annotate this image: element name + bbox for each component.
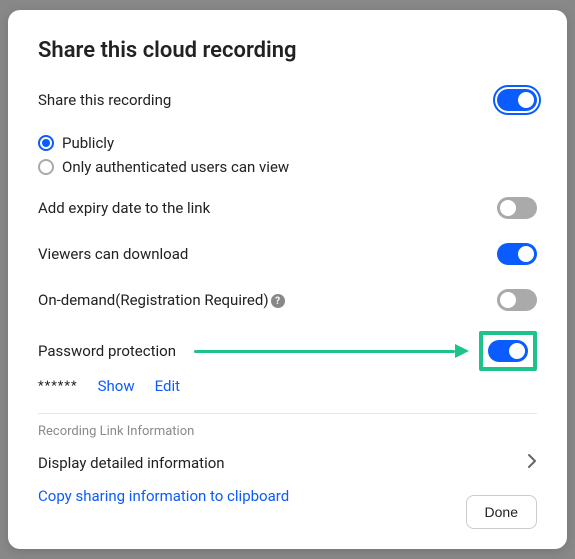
share-recording-label: Share this recording xyxy=(38,91,171,109)
password-label: Password protection xyxy=(38,342,176,360)
password-edit-link[interactable]: Edit xyxy=(155,377,180,395)
visibility-publicly-label: Publicly xyxy=(62,134,114,152)
share-recording-toggle[interactable] xyxy=(497,89,537,111)
modal-footer: Done xyxy=(466,495,537,529)
ondemand-label: On-demand(Registration Required) xyxy=(38,291,269,309)
ondemand-toggle[interactable] xyxy=(497,289,537,311)
visibility-authenticated[interactable]: Only authenticated users can view xyxy=(38,155,537,179)
expiry-row: Add expiry date to the link xyxy=(38,193,537,223)
ondemand-label-wrap: On-demand(Registration Required)? xyxy=(38,291,285,309)
chevron-right-icon xyxy=(527,453,537,473)
display-detailed-label: Display detailed information xyxy=(38,454,225,472)
radio-unselected-icon xyxy=(38,159,54,175)
share-recording-row: Share this recording xyxy=(38,85,537,115)
help-icon[interactable]: ? xyxy=(271,294,285,308)
radio-selected-icon xyxy=(38,135,54,151)
visibility-publicly[interactable]: Publicly xyxy=(38,131,537,155)
done-button[interactable]: Done xyxy=(466,495,537,529)
visibility-options: Publicly Only authenticated users can vi… xyxy=(38,131,537,179)
link-info-section-title: Recording Link Information xyxy=(38,424,537,439)
download-toggle[interactable] xyxy=(497,243,537,265)
separator xyxy=(38,413,537,414)
password-show-link[interactable]: Show xyxy=(98,377,135,395)
modal-title: Share this cloud recording xyxy=(38,38,537,63)
password-row: Password protection xyxy=(38,331,537,371)
expiry-label: Add expiry date to the link xyxy=(38,199,210,217)
arrow-right-icon xyxy=(455,344,469,358)
annotation-highlight xyxy=(479,331,537,371)
expiry-toggle[interactable] xyxy=(497,197,537,219)
annotation-arrow xyxy=(194,351,469,352)
display-detailed-row[interactable]: Display detailed information xyxy=(38,449,537,487)
download-label: Viewers can download xyxy=(38,245,188,263)
password-toggle[interactable] xyxy=(488,340,528,362)
download-row: Viewers can download xyxy=(38,239,537,269)
visibility-authenticated-label: Only authenticated users can view xyxy=(62,158,289,176)
ondemand-row: On-demand(Registration Required)? xyxy=(38,285,537,315)
password-actions: ****** Show Edit xyxy=(38,377,537,395)
share-recording-modal: Share this cloud recording Share this re… xyxy=(8,10,567,549)
password-mask: ****** xyxy=(38,379,78,394)
copy-sharing-link[interactable]: Copy sharing information to clipboard xyxy=(38,487,537,505)
